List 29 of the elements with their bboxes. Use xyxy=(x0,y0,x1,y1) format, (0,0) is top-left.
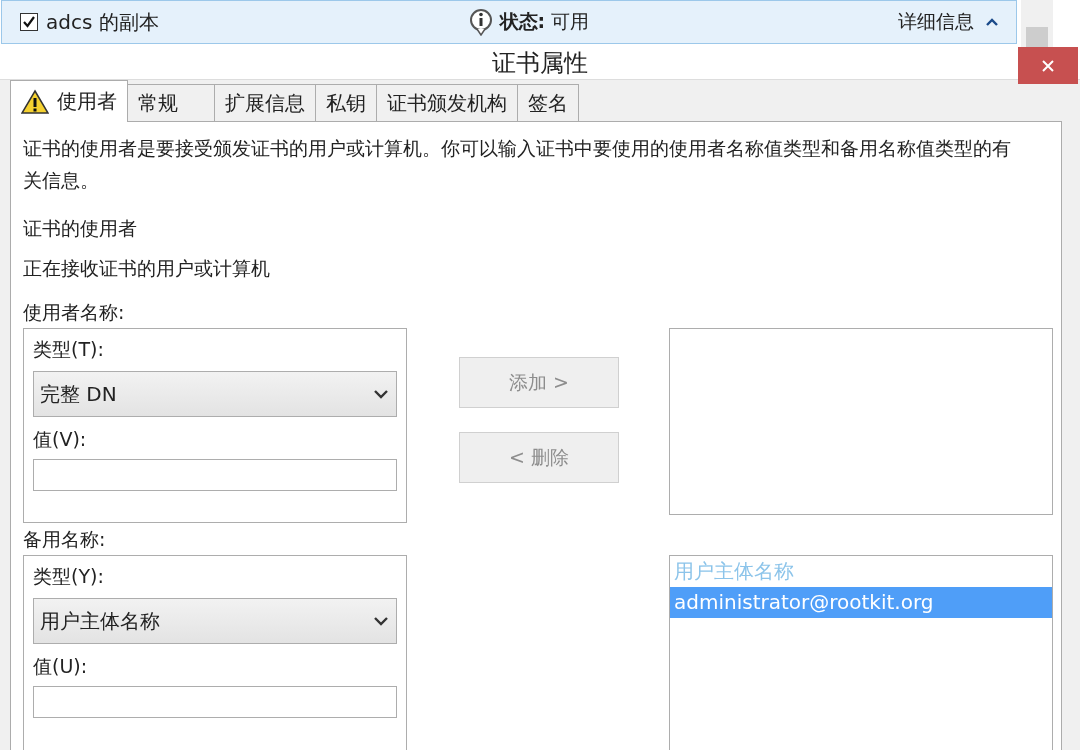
subject-subheading: 正在接收证书的用户或计算机 xyxy=(23,256,271,280)
status-value: 可用 xyxy=(551,9,590,34)
value-label: 值(U): xyxy=(33,654,89,679)
scrollbar-thumb[interactable] xyxy=(1026,27,1048,47)
template-name: adcs 的副本 xyxy=(46,8,159,36)
chevron-up-icon xyxy=(986,18,998,26)
value-input-field[interactable] xyxy=(33,686,397,718)
template-checkbox[interactable] xyxy=(20,13,38,31)
value-input-field[interactable] xyxy=(33,459,397,491)
close-button[interactable] xyxy=(1018,47,1078,84)
details-link[interactable]: 详细信息 xyxy=(898,9,974,35)
type-label: 类型(T): xyxy=(33,337,105,362)
type-dropdown[interactable]: 完整 DN xyxy=(33,371,397,417)
window-title: 证书属性 xyxy=(492,48,588,79)
subject-name-label: 使用者名称: xyxy=(23,300,126,324)
description-text: 证书的使用者是要接受颁发证书的用户或计算机。你可以输入证书中要使用的使用者名称值类型和备用名称值类型的有关信息。 xyxy=(23,136,1012,193)
tab[interactable]: 使用者 xyxy=(10,80,128,122)
type-label: 类型(Y): xyxy=(33,564,105,589)
info-icon xyxy=(467,8,494,36)
chevron-down-icon xyxy=(374,616,388,626)
type-dropdown[interactable]: 用户主体名称 xyxy=(33,598,397,644)
status-label: 状态: xyxy=(499,9,546,34)
list-group-header: 用户主体名称 xyxy=(673,558,795,585)
tab[interactable]: 签名 xyxy=(517,84,579,122)
subject-heading: 证书的使用者 xyxy=(23,216,138,240)
value-label: 值(V): xyxy=(33,427,88,452)
alternative-name-label: 备用名称: xyxy=(23,527,107,551)
close-icon xyxy=(1041,58,1055,73)
chevron-down-icon xyxy=(374,389,388,399)
